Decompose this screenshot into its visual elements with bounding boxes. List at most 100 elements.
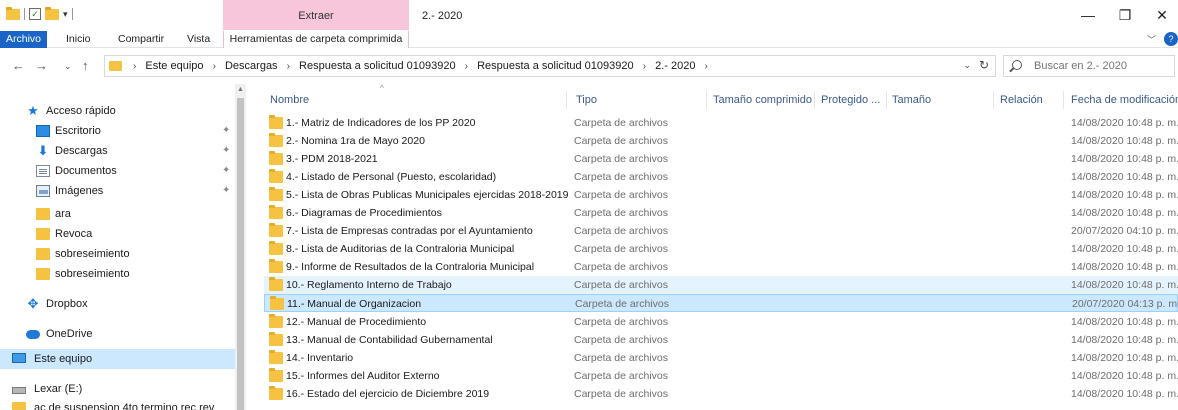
table-row[interactable]: 12.- Manual de Procedimiento Carpeta de a… [264, 313, 1178, 331]
table-row[interactable]: 1.- Matriz de Indicadores de los PP 2020… [264, 114, 1178, 132]
column-header-tamano[interactable]: Tamaño [892, 91, 931, 109]
table-row[interactable]: 5.- Lista de Obras Publicas Municipales … [264, 186, 1178, 204]
column-header-tipo[interactable]: Tipo [576, 91, 597, 109]
tab-compartir[interactable]: Compartir [118, 31, 164, 48]
minimize-button[interactable]: — [1076, 6, 1100, 26]
close-button[interactable]: ✕ [1150, 6, 1174, 26]
properties-check-icon[interactable]: ✓ [29, 8, 41, 20]
nav-label: Revoca [55, 228, 93, 240]
nav-item-imagenes[interactable]: Imágenes ✦ [0, 181, 235, 201]
table-row[interactable]: 2.- Nomina 1ra de Mayo 2020 Carpeta de ar… [264, 132, 1178, 150]
table-row[interactable]: 15.- Informes del Auditor Externo Carpeta… [264, 367, 1178, 385]
table-row[interactable]: 3.- PDM 2018-2021 Carpeta de archivos 14/0… [264, 150, 1178, 168]
file-date: 14/08/2020 10:48 p. m. [1071, 370, 1178, 382]
table-row[interactable]: 9.- Informe de Resultados de la Contralo… [264, 258, 1178, 276]
folder-icon [36, 268, 50, 280]
breadcrumb-chevron-icon[interactable]: › [287, 61, 290, 72]
up-arrow-icon[interactable]: ↑ [82, 57, 89, 75]
breadcrumb-chevron-icon[interactable]: › [213, 61, 216, 72]
nav-item-sobreseimiento[interactable]: sobreseimiento [0, 244, 235, 264]
breadcrumb-item[interactable]: Este equipo [145, 60, 203, 72]
pictures-icon [36, 185, 50, 197]
pin-icon[interactable]: ✦ [222, 121, 230, 141]
table-row[interactable]: 13.- Manual de Contabilidad Gubernamenta… [264, 331, 1178, 349]
breadcrumb-item[interactable]: Respuesta a solicitud 01093920 [299, 60, 456, 72]
pin-icon[interactable]: ✦ [222, 161, 230, 181]
table-row[interactable]: 10.- Reglamento Interno de Trabajo Carpet… [264, 276, 1178, 294]
pin-icon[interactable]: ✦ [222, 141, 230, 161]
toolbar-divider [24, 8, 25, 20]
context-tab-title: Extraer [298, 10, 334, 22]
breadcrumb-chevron-icon[interactable]: › [465, 61, 468, 72]
file-type: Carpeta de archivos [574, 207, 668, 219]
address-dropdown-icon[interactable]: ⌄ [963, 60, 971, 71]
table-row[interactable]: 6.- Diagramas de Procedimientos Carpeta d… [264, 204, 1178, 222]
customize-toolbar-arrow-icon[interactable]: ▾ [63, 9, 68, 20]
nav-dropbox[interactable]: ✥ Dropbox [0, 294, 235, 314]
nav-label: Lexar (E:) [34, 383, 83, 395]
new-folder-icon[interactable] [45, 6, 59, 20]
breadcrumb: › Este equipo › Descargas › Respuesta a … [127, 56, 714, 76]
scroll-up-arrow-icon[interactable]: ▲ [237, 86, 244, 93]
refresh-icon[interactable]: ↻ [979, 58, 989, 72]
breadcrumb-chevron-icon[interactable]: › [705, 61, 708, 72]
expand-ribbon-icon[interactable]: ﹀ [1147, 33, 1156, 46]
nav-item-ara[interactable]: ara [0, 204, 235, 224]
folder-icon [269, 277, 283, 291]
tab-vista[interactable]: Vista [187, 31, 210, 48]
table-row[interactable]: 16.- Estado del ejercicio de Diciembre 2… [264, 385, 1178, 403]
nav-this-pc[interactable]: Este equipo [0, 349, 235, 369]
pin-icon[interactable]: ✦ [222, 181, 230, 201]
column-divider[interactable] [886, 91, 887, 109]
column-divider[interactable] [706, 91, 707, 109]
help-icon[interactable]: ? [1164, 32, 1178, 46]
table-row[interactable]: 4.- Listado de Personal (Puesto, escolar… [264, 168, 1178, 186]
search-input[interactable] [1034, 58, 1170, 74]
table-row[interactable]: 8.- Lista de Auditorias de la Contralori… [264, 240, 1178, 258]
breadcrumb-chevron-icon[interactable]: › [643, 61, 646, 72]
search-box[interactable] [1003, 55, 1175, 77]
column-header-relacion[interactable]: Relación [1000, 91, 1043, 109]
nav-item-revoca[interactable]: Revoca [0, 224, 235, 244]
column-divider[interactable] [814, 91, 815, 109]
breadcrumb-chevron-icon[interactable]: › [133, 61, 136, 72]
back-arrow-icon[interactable]: ← [12, 57, 25, 75]
nav-scrollbar[interactable]: ▲ [235, 84, 246, 410]
file-date: 14/08/2020 10:48 p. m. [1071, 334, 1178, 346]
maximize-button[interactable]: ❐ [1113, 6, 1137, 26]
breadcrumb-item[interactable]: 2.- 2020 [655, 60, 695, 72]
nav-item-descargas[interactable]: ⬇ Descargas ✦ [0, 141, 235, 161]
nav-quick-access[interactable]: ★ Acceso rápido [0, 101, 235, 121]
column-header-protegido[interactable]: Protegido ... [821, 91, 880, 109]
table-row[interactable]: 14.- Inventario Carpeta de archivos 14/08/… [264, 349, 1178, 367]
breadcrumb-item[interactable]: Respuesta a solicitud 01093920 [477, 60, 634, 72]
computer-icon [12, 353, 26, 363]
tab-inicio[interactable]: Inicio [66, 31, 91, 48]
address-bar[interactable]: › Este equipo › Descargas › Respuesta a … [104, 55, 996, 77]
nav-drive-child-folder[interactable]: ac de suspension 4to termino rec rev [0, 398, 235, 410]
folder-icon [36, 228, 50, 240]
nav-onedrive[interactable]: OneDrive [0, 324, 235, 344]
nav-item-documentos[interactable]: Documentos ✦ [0, 161, 235, 181]
tab-herramientas-carpeta-comprimida[interactable]: Herramientas de carpeta comprimida [223, 31, 409, 48]
nav-item-sobreseimiento[interactable]: sobreseimiento [0, 264, 235, 284]
cloud-icon [26, 330, 40, 339]
nav-label: ac de suspension 4to termino rec rev [34, 402, 215, 410]
forward-arrow-icon[interactable]: → [35, 57, 48, 75]
column-header-nombre[interactable]: Nombre [270, 91, 309, 109]
column-divider[interactable] [993, 91, 994, 109]
column-header-tamano-comprimido[interactable]: Tamaño comprimido [713, 91, 812, 109]
folder-icon [109, 61, 122, 71]
file-type: Carpeta de archivos [574, 243, 668, 255]
tab-archivo[interactable]: Archivo [0, 31, 47, 48]
recent-locations-chevron-icon[interactable]: ⌄ [64, 57, 72, 75]
column-divider[interactable] [1063, 91, 1064, 109]
table-row-selected[interactable]: 11.- Manual de Organizacion Carpeta de ar… [264, 294, 1178, 312]
scrollbar-thumb[interactable] [237, 98, 244, 410]
nav-item-escritorio[interactable]: Escritorio ✦ [0, 121, 235, 141]
table-row[interactable]: 7.- Lista de Empresas contradas por el A… [264, 222, 1178, 240]
nav-drive-lexar[interactable]: Lexar (E:) [0, 379, 235, 399]
column-header-fecha-modificacion[interactable]: Fecha de modificación [1071, 91, 1178, 109]
breadcrumb-item[interactable]: Descargas [225, 60, 278, 72]
column-divider[interactable] [566, 91, 567, 109]
